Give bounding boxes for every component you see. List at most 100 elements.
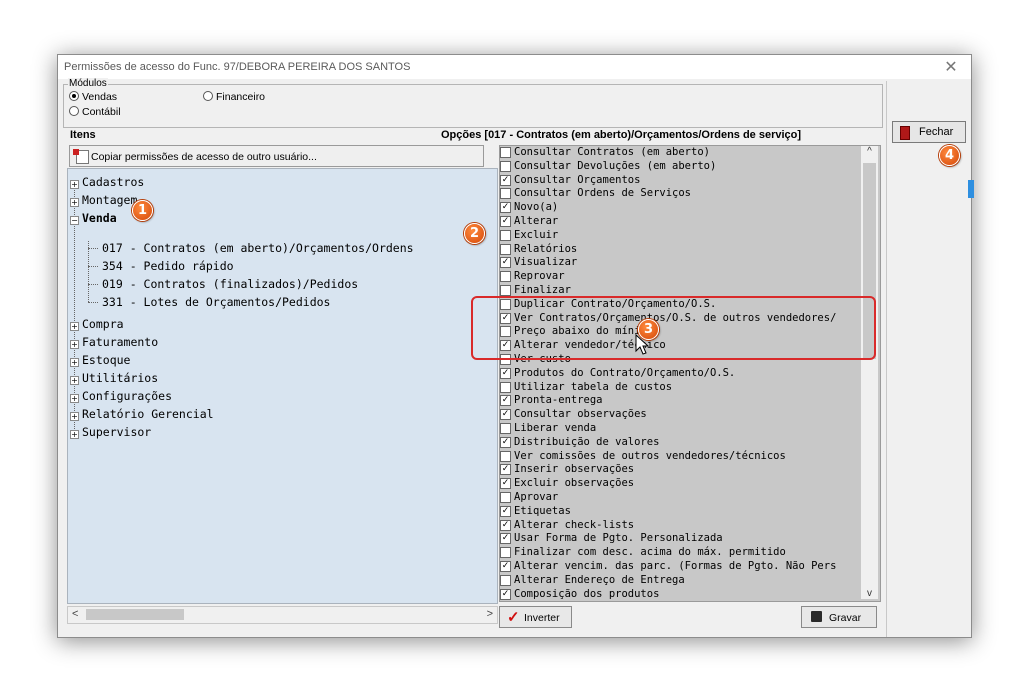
option-item[interactable]: Utilizar tabela de custos [500,381,880,394]
option-item[interactable]: ✓ Distribuição de valores [500,436,880,449]
option-item[interactable]: ✓ Produtos do Contrato/Orçamento/O.S. [500,367,880,380]
tree-item-compra[interactable]: Compra [82,317,124,331]
checkbox-checked-icon[interactable]: ✓ [500,395,511,407]
expand-icon[interactable]: + [70,358,79,367]
expand-icon[interactable]: + [70,180,79,189]
tree-item-estoque[interactable]: Estoque [82,353,130,367]
checkbox-checked-icon[interactable]: ✓ [500,588,511,600]
option-label: Consultar Ordens de Serviços [514,187,692,200]
option-item[interactable]: ✓ Alterar check-lists [500,519,880,532]
checkbox-checked-icon[interactable]: ✓ [500,216,511,227]
option-item[interactable]: Consultar Devoluções (em aberto) [500,160,880,173]
checkbox-checked-icon[interactable]: ✓ [500,561,511,572]
expand-icon[interactable]: + [70,430,79,439]
checkbox-unchecked-icon[interactable] [500,285,511,296]
gravar-button[interactable]: Gravar [801,606,877,628]
tree-item-montagem[interactable]: Montagem [82,193,137,207]
tree-item-019[interactable]: 019 - Contratos (finalizados)/Pedidos [102,277,358,291]
collapse-icon[interactable]: − [70,216,79,225]
radio-vendas[interactable]: Vendas [69,91,117,103]
checkbox-unchecked-icon[interactable] [500,271,511,283]
expand-icon[interactable]: + [70,198,79,207]
tree-item-331[interactable]: 331 - Lotes de Orçamentos/Pedidos [102,295,330,309]
option-item[interactable]: Consultar Contratos (em aberto) [500,146,880,159]
option-item[interactable]: Aprovar [500,491,880,504]
checkbox-unchecked-icon[interactable] [500,243,511,255]
tree-item-354[interactable]: 354 - Pedido rápido [102,259,234,273]
checkbox-unchecked-icon[interactable] [500,547,511,559]
checkbox-unchecked-icon[interactable] [500,381,511,393]
radio-contabil[interactable]: Contábil [69,106,121,118]
option-item[interactable]: Consultar Ordens de Serviços [500,187,880,200]
tree-item-configuracoes[interactable]: Configurações [82,389,172,403]
option-item[interactable]: ✓ Consultar observações [500,408,880,421]
tree-item-faturamento[interactable]: Faturamento [82,335,158,349]
option-item[interactable]: ✓ Excluir observações [500,477,880,490]
items-tree[interactable]: + Cadastros + Montagem − Venda 017 - Con… [67,168,498,604]
expand-icon[interactable]: + [70,412,79,421]
inverter-button[interactable]: ✓ Inverter [499,606,572,628]
checkbox-checked-icon[interactable]: ✓ [500,436,511,448]
expand-icon[interactable]: + [70,376,79,385]
checkbox-unchecked-icon[interactable] [500,229,511,241]
tree-horizontal-scrollbar[interactable]: < > [67,606,498,624]
radio-financeiro[interactable]: Financeiro [203,91,265,103]
options-checklist[interactable]: Consultar Contratos (em aberto) Consultar… [499,145,881,602]
option-item[interactable]: Reprovar [500,270,880,283]
option-item[interactable]: ✓ Etiquetas [500,505,880,518]
option-item[interactable]: ✓ Alterar [500,215,880,228]
scroll-left-icon[interactable]: < [72,608,78,620]
checkbox-checked-icon[interactable]: ✓ [500,257,511,269]
tree-item-cadastros[interactable]: Cadastros [82,175,144,189]
expand-icon[interactable]: + [70,322,79,331]
checkbox-checked-icon[interactable]: ✓ [500,478,511,490]
option-item[interactable]: Excluir [500,229,880,242]
checkbox-unchecked-icon[interactable] [500,423,511,434]
checkbox-checked-icon[interactable]: ✓ [500,202,511,214]
option-item[interactable]: Finalizar com desc. acima do máx. permit… [500,546,880,559]
checkbox-checked-icon[interactable]: ✓ [500,519,511,531]
checkbox-checked-icon[interactable]: ✓ [500,367,511,379]
tree-item-venda[interactable]: Venda [82,211,117,225]
tree-item-017[interactable]: 017 - Contratos (em aberto)/Orçamentos/O… [102,241,414,255]
scroll-down-icon[interactable]: v [861,588,878,599]
checkbox-unchecked-icon[interactable] [500,492,511,503]
checkbox-unchecked-icon[interactable] [500,450,511,462]
option-item[interactable]: Liberar venda [500,422,880,435]
checkbox-checked-icon[interactable]: ✓ [500,505,511,517]
option-item[interactable]: ✓ Consultar Orçamentos [500,174,880,187]
checkbox-unchecked-icon[interactable] [500,188,511,200]
options-vertical-scrollbar[interactable]: ^ v [861,146,878,599]
option-item[interactable]: ✓ Pronta-entrega [500,394,880,407]
checkbox-checked-icon[interactable]: ✓ [500,464,511,476]
fechar-button[interactable]: Fechar [892,121,966,143]
checkbox-unchecked-icon[interactable] [500,574,511,586]
close-icon[interactable]: ✕ [939,57,963,77]
option-item[interactable]: ✓ Novo(a) [500,201,880,214]
expand-icon[interactable]: + [70,394,79,403]
tree-item-supervisor[interactable]: Supervisor [82,425,151,439]
checkbox-unchecked-icon[interactable] [500,160,511,172]
scrollbar-thumb[interactable] [86,609,184,620]
copy-permissions-button[interactable]: Copiar permissões de acesso de outro usu… [69,145,484,167]
scroll-up-icon[interactable]: ^ [861,146,878,157]
expand-icon[interactable]: + [70,340,79,349]
option-item[interactable]: Ver comissões de outros vendedores/técni… [500,450,880,463]
option-item[interactable]: Relatórios [500,243,880,256]
option-label: Excluir observações [514,477,635,490]
checkbox-unchecked-icon[interactable] [500,147,511,158]
option-item[interactable]: ✓ Inserir observações [500,463,880,476]
option-item[interactable]: ✓ Alterar vencim. das parc. (Formas de Pg… [500,560,880,573]
checkbox-checked-icon[interactable]: ✓ [500,174,511,186]
option-item[interactable]: ✓ Visualizar [500,256,880,269]
scroll-right-icon[interactable]: > [487,608,493,620]
option-label: Alterar vencim. das parc. (Formas de Pgt… [514,560,837,572]
option-item[interactable]: ✓ Composição dos produtos [500,588,880,601]
tree-item-utilitarios[interactable]: Utilitários [82,371,158,385]
tree-item-relatorio-gerencial[interactable]: Relatório Gerencial [82,407,214,421]
option-item[interactable]: ✓Permitir não alterar o Preço ao modific… [500,601,881,602]
checkbox-checked-icon[interactable]: ✓ [500,409,511,421]
option-item[interactable]: Alterar Endereço de Entrega [500,574,880,587]
checkbox-checked-icon[interactable]: ✓ [500,533,511,545]
option-item[interactable]: ✓ Usar Forma de Pgto. Personalizada [500,532,880,545]
